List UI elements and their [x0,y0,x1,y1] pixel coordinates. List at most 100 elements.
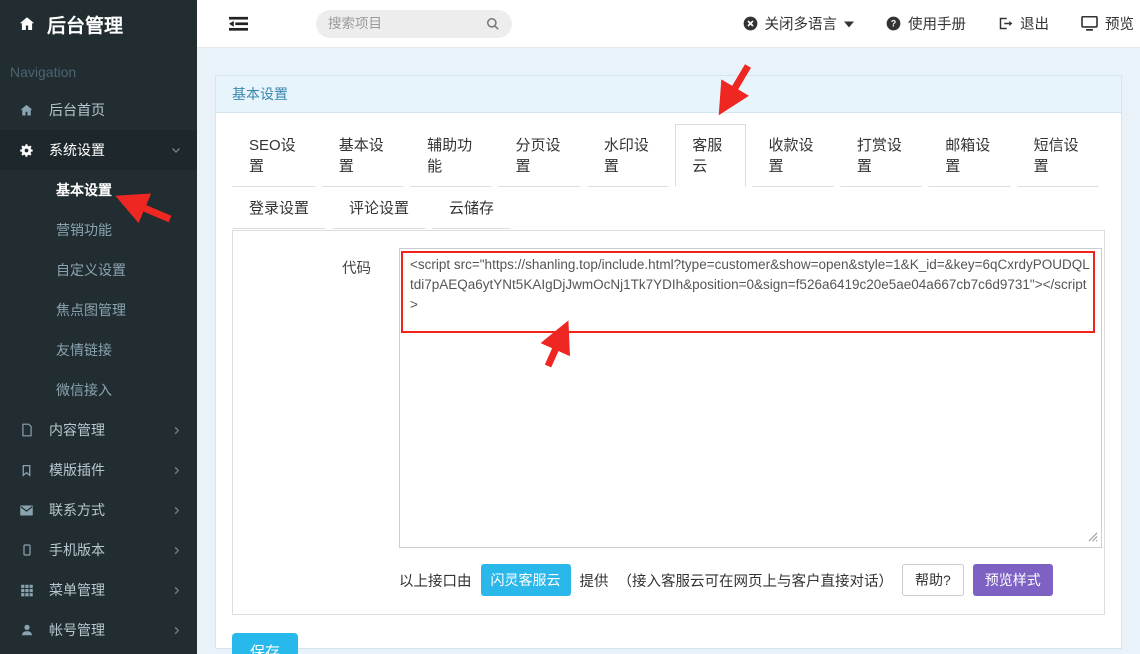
code-field-label: 代码 [247,248,399,551]
subitem-label: 营销功能 [56,220,112,240]
nav-section-label: Navigation [0,48,197,90]
sidebar-item-dashboard[interactable]: 后台首页 [0,90,197,130]
home-icon [18,15,36,33]
sign-out-icon [998,16,1013,31]
tab-seo-settings[interactable]: SEO设置 [232,124,316,187]
chevron-right-icon [171,545,182,556]
code-form-row: 代码 <script src="https://shanling.top/inc… [247,248,1090,551]
subitem-label: 基本设置 [56,180,112,200]
sidebar-subitem-banner-management[interactable]: 焦点图管理 [0,290,197,330]
sidebar-subitem-friend-links[interactable]: 友情链接 [0,330,197,370]
help-button[interactable]: 帮助? [902,564,964,596]
provider-prefix-text: 以上接口由 [399,570,472,591]
sidebar-subitem-marketing[interactable]: 营销功能 [0,210,197,250]
preview-link[interactable]: 预览 [1081,13,1134,34]
sidebar-item-system-settings[interactable]: 系统设置 [0,130,197,170]
preview-style-button[interactable]: 预览样式 [973,564,1053,596]
sidebar-item-account-management[interactable]: 帐号管理 [0,610,197,650]
sidebar-item-label: 模版插件 [49,460,105,480]
tab-customer-service-cloud[interactable]: 客服云 [675,124,745,187]
chevron-right-icon [171,505,182,516]
grid-icon [18,583,35,597]
svg-text:?: ? [891,19,896,29]
topbar-menu: 关闭多语言 ? 使用手册 退出 预览 [743,13,1140,34]
tabs-row-2: 登录设置 评论设置 云储存 [232,187,1105,229]
chevron-right-icon [171,465,182,476]
panel-title: 基本设置 [216,76,1121,113]
sidebar-toggle-icon[interactable] [229,16,248,32]
file-icon [18,423,35,437]
preview-label: 预览 [1105,13,1134,34]
provider-suffix-text: 提供 [580,570,609,591]
question-circle-icon: ? [886,16,901,31]
search-icon[interactable] [486,17,500,31]
search-input-container[interactable] [316,10,512,38]
sidebar-item-template-plugins[interactable]: 模版插件 [0,450,197,490]
tab-comment-settings[interactable]: 评论设置 [332,187,426,229]
logout-label: 退出 [1020,13,1049,34]
sidebar-subitem-basic-settings[interactable]: 基本设置 [0,170,197,210]
subitem-label: 焦点图管理 [56,300,126,320]
logout-link[interactable]: 退出 [998,13,1049,34]
tab-watermark-settings[interactable]: 水印设置 [587,124,669,187]
code-textarea[interactable]: <script src="https://shanling.top/includ… [399,248,1102,548]
sidebar-item-label: 菜单管理 [49,580,105,600]
provider-row: 以上接口由 闪灵客服云 提供 （接入客服云可在网页上与客户直接对话） 帮助? 预… [399,564,1090,596]
panel-body: SEO设置 基本设置 辅助功能 分页设置 水印设置 客服云 收款设置 打赏设置 … [216,113,1121,654]
tabs-row-1: SEO设置 基本设置 辅助功能 分页设置 水印设置 客服云 收款设置 打赏设置 … [232,124,1105,187]
tab-email-settings[interactable]: 邮箱设置 [928,124,1010,187]
subitem-label: 友情链接 [56,340,112,360]
sidebar-item-menu-management[interactable]: 菜单管理 [0,570,197,610]
code-field-wrapper: <script src="https://shanling.top/includ… [399,248,1102,551]
bookmark-icon [18,464,35,477]
subitem-label: 微信接入 [56,380,112,400]
sidebar-item-contact-info[interactable]: 联系方式 [0,490,197,530]
shanling-brand-button[interactable]: 闪灵客服云 [481,564,571,596]
home-icon [18,103,35,118]
tab-login-settings[interactable]: 登录设置 [232,187,326,229]
app-title: 后台管理 [47,11,123,38]
tab-cloud-storage[interactable]: 云储存 [432,187,511,229]
sidebar-subitem-custom-settings[interactable]: 自定义设置 [0,250,197,290]
sidebar-item-label: 帐号管理 [49,620,105,640]
app-logo[interactable]: 后台管理 [0,0,197,48]
search-input[interactable] [328,16,468,31]
provider-note-text: （接入客服云可在网页上与客户直接对话） [618,570,894,591]
user-manual-link[interactable]: ? 使用手册 [886,13,966,34]
sidebar-item-label: 手机版本 [49,540,105,560]
tab-payment-settings[interactable]: 收款设置 [752,124,834,187]
sidebar-item-label: 内容管理 [49,420,105,440]
sidebar: 后台管理 Navigation 后台首页 系统设置 基本设置 营销功能 自定义设… [0,0,197,654]
tab-content: 代码 <script src="https://shanling.top/inc… [232,230,1105,615]
chevron-right-icon [171,585,182,596]
sidebar-item-mobile-version[interactable]: 手机版本 [0,530,197,570]
sidebar-subitem-wechat-access[interactable]: 微信接入 [0,370,197,410]
sidebar-item-label: 联系方式 [49,500,105,520]
chevron-right-icon [171,625,182,636]
topbar: 关闭多语言 ? 使用手册 退出 预览 [197,0,1140,48]
tab-basic-settings[interactable]: 基本设置 [322,124,404,187]
subitem-label: 自定义设置 [56,260,126,280]
monitor-icon [1081,16,1098,31]
gear-icon [18,143,35,158]
toggle-multilanguage-link[interactable]: 关闭多语言 [743,13,855,34]
save-button[interactable]: 保存 [232,633,298,654]
settings-panel: 基本设置 SEO设置 基本设置 辅助功能 分页设置 水印设置 客服云 收款设置 … [215,75,1122,649]
user-manual-label: 使用手册 [908,13,966,34]
caret-down-icon [844,20,854,28]
tab-accessibility[interactable]: 辅助功能 [410,124,492,187]
chevron-down-icon [170,144,182,156]
tab-pagination-settings[interactable]: 分页设置 [498,124,580,187]
envelope-icon [18,503,35,518]
tab-reward-settings[interactable]: 打赏设置 [840,124,922,187]
tab-sms-settings[interactable]: 短信设置 [1017,124,1099,187]
toggle-multilanguage-label: 关闭多语言 [765,13,838,34]
sidebar-item-content-management[interactable]: 内容管理 [0,410,197,450]
sidebar-item-label: 后台首页 [49,100,105,120]
close-circle-icon [743,16,758,31]
mobile-icon [18,543,35,557]
user-icon [18,623,35,637]
sidebar-item-label: 系统设置 [49,140,105,160]
content-area: 基本设置 SEO设置 基本设置 辅助功能 分页设置 水印设置 客服云 收款设置 … [197,48,1140,654]
chevron-right-icon [171,425,182,436]
